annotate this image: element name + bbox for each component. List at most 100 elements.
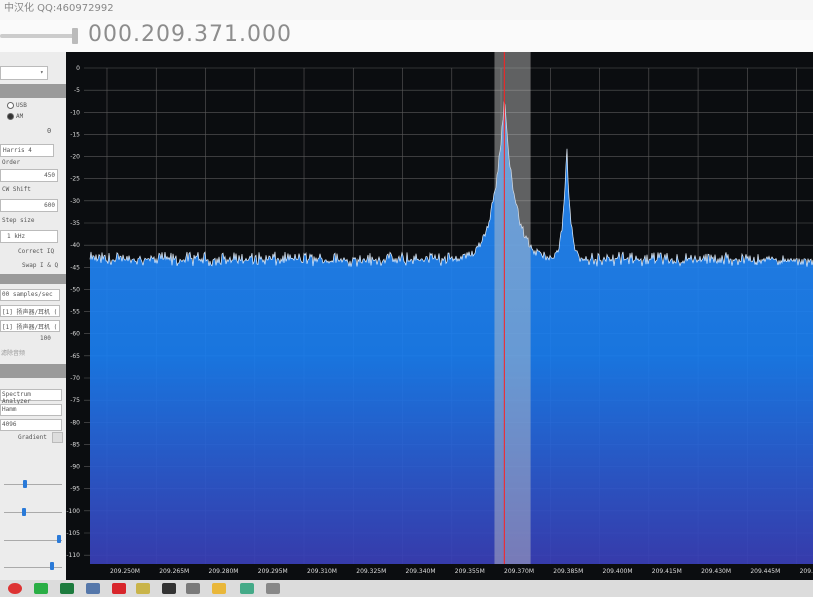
audio-input-select[interactable]: [1] 扬声器/耳机 ( [0,305,60,317]
radio-am[interactable]: AM [7,113,23,120]
x-tick-label: 209.370M [504,568,534,575]
y-tick-label: -60 [70,331,80,338]
window-value: Hamm [2,406,17,413]
range-slider-knob[interactable] [57,535,61,543]
x-tick-label: 209.430M [701,568,731,575]
section-header-audio[interactable] [0,274,66,284]
gradient-button[interactable] [52,432,63,443]
radio-am-label: AM [16,113,24,120]
window-select[interactable]: Hamm [0,404,62,416]
excel-icon[interactable] [60,583,74,594]
range-slider-track[interactable] [4,540,62,541]
order-input[interactable]: 450 [0,169,58,182]
y-tick-label: -110 [66,552,80,559]
cw-shift-input[interactable]: 600 [0,199,58,212]
step-size-value: 1 kHz [7,233,26,240]
y-tick-label: -25 [70,176,80,183]
x-tick-label: 209.310M [307,568,337,575]
y-tick-label: -70 [70,375,80,382]
order-value: 450 [44,172,55,179]
step-size-label: Step size [2,217,35,224]
zoom-slider-knob[interactable] [22,508,26,516]
radio-selected-icon [7,113,14,120]
y-tick-label: -40 [70,242,80,249]
filter-passband [494,52,531,564]
x-tick-label: 209.340M [406,568,436,575]
y-tick-label: -75 [70,397,80,404]
y-tick-label: -85 [70,441,80,448]
chrome-icon[interactable] [8,583,22,594]
x-tick-label: 209.400M [603,568,633,575]
radio-icon [7,102,14,109]
x-tick-label: 209.295M [258,568,288,575]
filter-window-select[interactable]: Harris 4 [0,144,54,157]
gradient-label: Gradient [18,434,47,441]
filter-audio-checkbox[interactable]: 滤除音频 [1,348,25,357]
radio-usb-label: USB [16,102,27,109]
view-select[interactable]: Spectrum Analyzer [0,389,62,405]
step-size-select[interactable]: 1 kHz [0,230,58,243]
swap-iq-checkbox[interactable]: Swap I & Q [22,262,58,269]
y-tick-label: -65 [70,353,80,360]
frequency-slider-track[interactable] [0,34,78,38]
x-tick-label: 209.445M [750,568,780,575]
frequency-slider-knob[interactable] [72,28,78,44]
window-title: 中汉化 QQ:460972992 [4,3,114,14]
cw-shift-value: 600 [44,202,55,209]
x-tick-label: 209.265M [159,568,189,575]
title-bar: 中汉化 QQ:460972992 [0,0,813,22]
samplerate-value: 00 samples/sec [2,291,53,298]
app-icon[interactable] [86,583,100,594]
folder-icon[interactable] [212,583,226,594]
y-tick-label: -105 [66,530,80,537]
audio-output-select[interactable]: [1] 扬声器/耳机 ( [0,320,60,332]
zoom-slider-track[interactable] [4,512,62,513]
wechat-icon[interactable] [34,583,48,594]
section-header-radio[interactable] [0,84,66,98]
y-tick-label: -100 [66,508,80,515]
fft-select[interactable]: 4096 [0,419,62,431]
y-tick-label: -5 [74,87,80,94]
section-header-display[interactable] [0,364,66,378]
app2-icon[interactable] [136,583,150,594]
frequency-display[interactable]: 000.209.371.000 [88,22,292,47]
audio-output-value: [1] 扬声器/耳机 ( [2,324,58,331]
y-tick-label: -45 [70,264,80,271]
offset-slider-knob[interactable] [50,562,54,570]
taskbar [0,580,813,597]
terminal-icon[interactable] [162,583,176,594]
spectrum-chart[interactable]: 0 -5 -10 -15 -20 -25 -30 -35 -40 -45 -50 -55 -60 -65 -… [66,52,813,580]
x-tick-label: 209.385M [553,568,583,575]
left-panel: ▾ USB AM 0 Harris 4 Order 450 CW Shift 6… [0,52,67,580]
youdao-icon[interactable] [112,583,126,594]
app5-icon[interactable] [266,583,280,594]
latency-value[interactable]: 100 [40,335,51,342]
x-tick-label: 209.280M [209,568,239,575]
spectrum-plot[interactable]: 0 -5 -10 -15 -20 -25 -30 -35 -40 -45 -50 -55 -60 -65 -… [66,52,813,580]
samplerate-select[interactable]: 00 samples/sec [0,289,60,301]
filter-window-value: Harris 4 [3,147,32,154]
y-tick-label: -20 [70,154,80,161]
contrast-slider-knob[interactable] [23,480,27,488]
chevron-down-icon: ▾ [40,69,44,76]
x-tick-label: 209.355M [455,568,485,575]
y-tick-label: -50 [70,286,80,293]
correct-iq-checkbox[interactable]: Correct IQ [18,248,54,255]
bandwidth-value: 0 [47,127,52,135]
y-tick-label: -35 [70,220,80,227]
y-tick-label: 0 [76,65,80,72]
x-tick-label: 209.325M [356,568,386,575]
y-tick-label: -90 [70,464,80,471]
y-tick-label: -55 [70,309,80,316]
y-tick-label: -80 [70,419,80,426]
y-tick-label: -95 [70,486,80,493]
x-tick-label: 209.415M [652,568,682,575]
contrast-slider-track[interactable] [4,484,62,485]
app3-icon[interactable] [186,583,200,594]
cw-shift-label: CW Shift [2,186,31,193]
radio-usb[interactable]: USB [7,102,27,109]
app4-icon[interactable] [240,583,254,594]
x-tick-label: 209.250M [110,568,140,575]
y-tick-label: -15 [70,131,80,138]
y-tick-label: -10 [70,109,80,116]
